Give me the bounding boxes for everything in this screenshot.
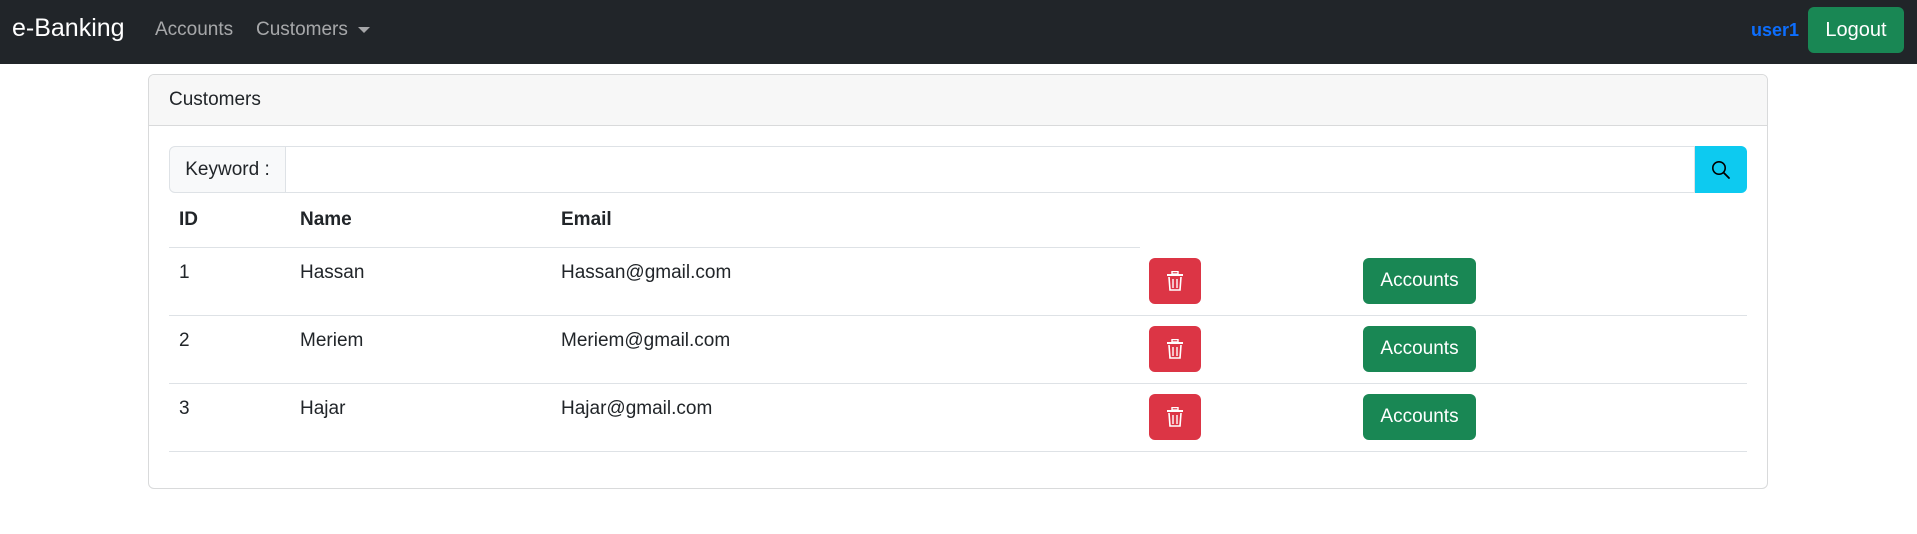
customer-id: 1 — [179, 262, 190, 283]
customer-accounts-button[interactable]: Accounts — [1363, 326, 1476, 372]
search-form: Keyword : — [169, 146, 1747, 193]
card-title: Customers — [169, 89, 261, 110]
column-header-email: Email — [561, 209, 612, 230]
trash-icon — [1167, 407, 1183, 427]
customer-name: Hajar — [300, 398, 346, 419]
nav-accounts-link[interactable]: Accounts — [155, 19, 233, 41]
delete-button[interactable] — [1149, 258, 1201, 304]
delete-button[interactable] — [1149, 326, 1201, 372]
customer-email: Hajar@gmail.com — [561, 398, 713, 419]
customer-accounts-button[interactable]: Accounts — [1363, 394, 1476, 440]
search-icon — [1712, 160, 1730, 179]
customer-id: 2 — [179, 330, 190, 351]
column-header-id: ID — [179, 209, 198, 230]
nav-customers-dropdown[interactable]: Customers — [256, 19, 370, 41]
customer-name: Hassan — [300, 262, 365, 283]
column-header-name: Name — [300, 209, 352, 230]
customer-email: Meriem@gmail.com — [561, 330, 731, 351]
customers-card: Customers Keyword : ID Name Email 1 Hass… — [148, 74, 1768, 489]
customer-accounts-button[interactable]: Accounts — [1363, 258, 1476, 304]
search-button[interactable] — [1695, 146, 1747, 193]
table-row: 2 Meriem Meriem@gmail.com Accounts — [169, 316, 1747, 384]
brand-logo-text[interactable]: e-Banking — [12, 14, 125, 43]
logout-button[interactable]: Logout — [1808, 7, 1904, 53]
top-navbar: e-Banking Accounts Customers user1 Logou… — [0, 0, 1917, 64]
table-row: 3 Hajar Hajar@gmail.com Accounts — [169, 384, 1747, 452]
card-header: Customers — [149, 75, 1767, 126]
nav-customers-label: Customers — [256, 19, 348, 40]
username-link[interactable]: user1 — [1751, 20, 1799, 41]
trash-icon — [1167, 271, 1183, 291]
table-row: 1 Hassan Hassan@gmail.com Accounts — [169, 248, 1747, 316]
customer-id: 3 — [179, 398, 190, 419]
delete-button[interactable] — [1149, 394, 1201, 440]
trash-icon — [1167, 339, 1183, 359]
caret-down-icon — [357, 27, 370, 33]
customer-email: Hassan@gmail.com — [561, 262, 732, 283]
customer-name: Meriem — [300, 330, 364, 351]
keyword-input[interactable] — [286, 146, 1695, 193]
keyword-label: Keyword : — [169, 146, 286, 193]
